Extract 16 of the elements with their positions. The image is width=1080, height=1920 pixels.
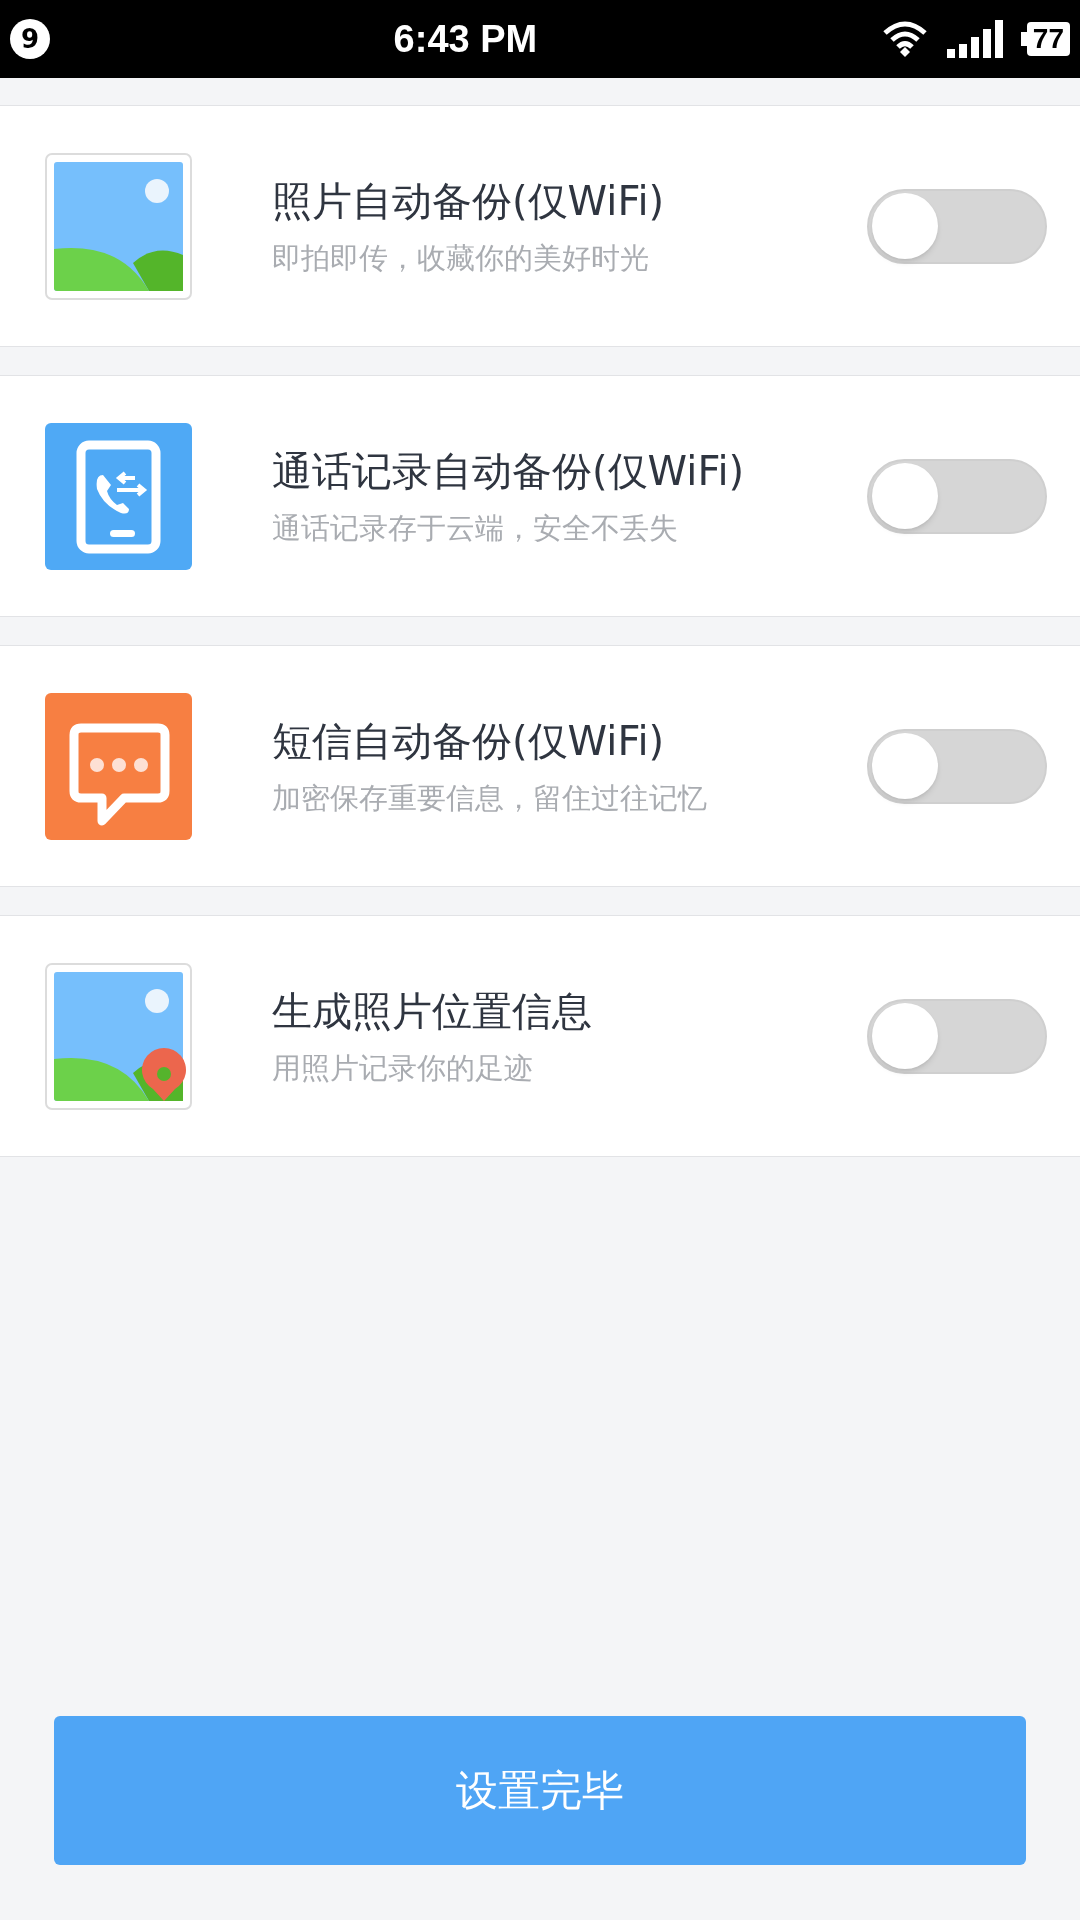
- setting-subtitle: 加密保存重要信息，留住过往记忆: [272, 779, 708, 817]
- signal-icon: [946, 20, 1003, 58]
- setting-title: 短信自动备份(仅WiFi): [272, 716, 666, 766]
- setting-subtitle: 通话记录存于云端，安全不丢失: [272, 509, 679, 547]
- setting-title: 生成照片位置信息: [272, 986, 593, 1036]
- phone-call-icon: [45, 422, 192, 570]
- setting-title: 照片自动备份(仅WiFi): [272, 176, 666, 226]
- done-button[interactable]: 设置完毕: [54, 1716, 1026, 1865]
- setting-title: 通话记录自动备份(仅WiFi): [272, 446, 746, 496]
- setting-subtitle: 用照片记录你的足迹: [272, 1049, 534, 1087]
- photo-location-icon: [45, 962, 192, 1110]
- chat-bubble-icon: [45, 692, 192, 840]
- photo-icon: [45, 152, 192, 300]
- setting-subtitle: 即拍即传，收藏你的美好时光: [272, 239, 650, 277]
- notification-badge: 9: [10, 19, 50, 59]
- status-time: 6:43 PM: [392, 16, 539, 62]
